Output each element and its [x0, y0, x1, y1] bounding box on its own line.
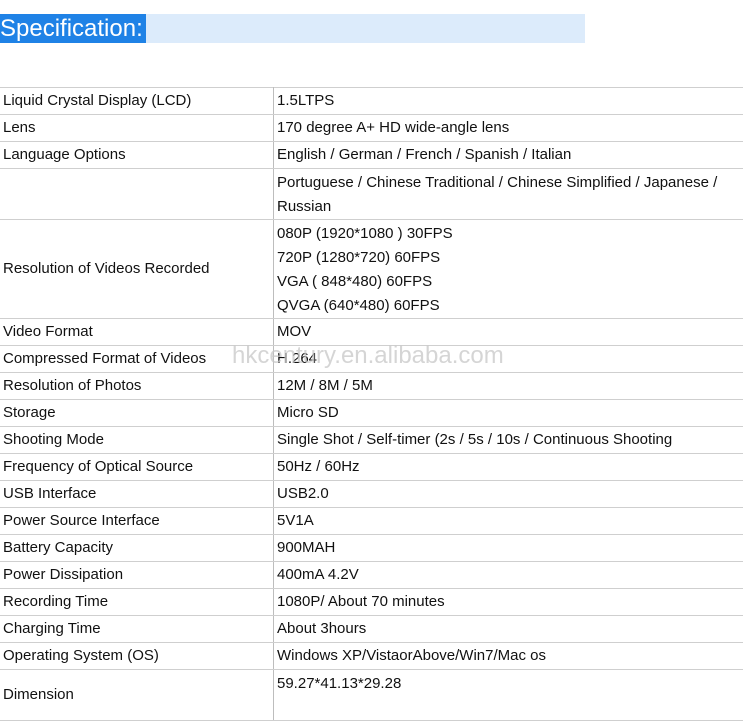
spec-value: 170 degree A+ HD wide-angle lens	[274, 115, 743, 142]
spec-value-line: 50Hz / 60Hz	[277, 455, 743, 479]
table-row: Dimension59.27*41.13*29.28	[0, 670, 743, 721]
spec-value: 1080P/ About 70 minutes	[274, 589, 743, 616]
spec-value-line: 080P (1920*1080 ) 30FPS	[277, 222, 743, 246]
spec-value-line: 5V1A	[277, 509, 743, 533]
table-row: Recording Time1080P/ About 70 minutes	[0, 589, 743, 616]
table-row: Portuguese / Chinese Traditional / Chine…	[0, 169, 743, 220]
spec-value: 12M / 8M / 5M	[274, 373, 743, 400]
spec-label: Frequency of Optical Source	[0, 454, 274, 481]
spec-value: Windows XP/VistaorAbove/Win7/Mac os	[274, 643, 743, 670]
page-title: Specification:	[0, 14, 146, 43]
spec-value: About 3hours	[274, 616, 743, 643]
table-row: Battery Capacity900MAH	[0, 535, 743, 562]
spec-value-line: VGA ( 848*480) 60FPS	[277, 270, 743, 294]
table-row: Shooting ModeSingle Shot / Self-timer (2…	[0, 427, 743, 454]
spec-label: Resolution of Videos Recorded	[0, 220, 274, 319]
table-row: Resolution of Photos12M / 8M / 5M	[0, 373, 743, 400]
table-row: USB InterfaceUSB2.0	[0, 481, 743, 508]
spec-value: USB2.0	[274, 481, 743, 508]
spec-value: H.264	[274, 346, 743, 373]
spec-value-line: Micro SD	[277, 401, 743, 425]
spec-value: 400mA 4.2V	[274, 562, 743, 589]
spec-label: Battery Capacity	[0, 535, 274, 562]
table-row: Compressed Format of VideosH.264	[0, 346, 743, 373]
spec-label: Liquid Crystal Display (LCD)	[0, 88, 274, 115]
spec-label: Lens	[0, 115, 274, 142]
spec-label: Charging Time	[0, 616, 274, 643]
spec-value-line: Windows XP/VistaorAbove/Win7/Mac os	[277, 644, 743, 668]
spec-value-line: 1.5LTPS	[277, 89, 743, 113]
spec-value-line	[277, 696, 743, 720]
spec-value-line: 59.27*41.13*29.28	[277, 672, 743, 696]
table-row: StorageMicro SD	[0, 400, 743, 427]
spec-label: Power Dissipation	[0, 562, 274, 589]
header-bar: Specification:	[0, 14, 585, 43]
spec-label	[0, 169, 274, 220]
spec-value-line: QVGA (640*480) 60FPS	[277, 294, 743, 318]
spec-value: Micro SD	[274, 400, 743, 427]
spec-label: Compressed Format of Videos	[0, 346, 274, 373]
spec-value: 1.5LTPS	[274, 88, 743, 115]
spec-label: Power Source Interface	[0, 508, 274, 535]
table-row: Video FormatMOV	[0, 319, 743, 346]
spec-value-line: MOV	[277, 320, 743, 344]
table-row: Power Dissipation400mA 4.2V	[0, 562, 743, 589]
spec-value: 50Hz / 60Hz	[274, 454, 743, 481]
spec-value: Single Shot / Self-timer (2s / 5s / 10s …	[274, 427, 743, 454]
spec-table-body: Liquid Crystal Display (LCD)1.5LTPSLens1…	[0, 88, 743, 721]
spec-label: Language Options	[0, 142, 274, 169]
spec-value: Portuguese / Chinese Traditional / Chine…	[274, 169, 743, 220]
spec-value-line: Single Shot / Self-timer (2s / 5s / 10s …	[277, 428, 743, 452]
spec-label: Recording Time	[0, 589, 274, 616]
spec-value: 080P (1920*1080 ) 30FPS720P (1280*720) 6…	[274, 220, 743, 319]
table-row: Power Source Interface5V1A	[0, 508, 743, 535]
spec-value: 5V1A	[274, 508, 743, 535]
spec-value: MOV	[274, 319, 743, 346]
spec-value-line: 400mA 4.2V	[277, 563, 743, 587]
table-row: Charging TimeAbout 3hours	[0, 616, 743, 643]
spec-table: Liquid Crystal Display (LCD)1.5LTPSLens1…	[0, 87, 743, 721]
spec-label: Operating System (OS)	[0, 643, 274, 670]
spec-value: 900MAH	[274, 535, 743, 562]
spec-value-line: H.264	[277, 347, 743, 371]
spec-label: Dimension	[0, 670, 274, 721]
spec-value: English / German / French / Spanish / It…	[274, 142, 743, 169]
spec-value-line: USB2.0	[277, 482, 743, 506]
spec-value-line: 1080P/ About 70 minutes	[277, 590, 743, 614]
spec-label: Storage	[0, 400, 274, 427]
spec-label: Shooting Mode	[0, 427, 274, 454]
spec-value-line: 900MAH	[277, 536, 743, 560]
table-row: Lens170 degree A+ HD wide-angle lens	[0, 115, 743, 142]
spec-value-line: Russian	[277, 195, 743, 219]
spec-value-line: About 3hours	[277, 617, 743, 641]
spec-value-line: Portuguese / Chinese Traditional / Chine…	[277, 171, 743, 195]
table-row: Liquid Crystal Display (LCD)1.5LTPS	[0, 88, 743, 115]
spec-label: USB Interface	[0, 481, 274, 508]
spec-value-line: 720P (1280*720) 60FPS	[277, 246, 743, 270]
spec-label: Resolution of Photos	[0, 373, 274, 400]
spec-value: 59.27*41.13*29.28	[274, 670, 743, 721]
spec-label: Video Format	[0, 319, 274, 346]
table-row: Language OptionsEnglish / German / Frenc…	[0, 142, 743, 169]
spec-value-line: 170 degree A+ HD wide-angle lens	[277, 116, 743, 140]
table-row: Resolution of Videos Recorded080P (1920*…	[0, 220, 743, 319]
table-row: Frequency of Optical Source50Hz / 60Hz	[0, 454, 743, 481]
spec-value-line: English / German / French / Spanish / It…	[277, 143, 743, 167]
table-row: Operating System (OS)Windows XP/VistaorA…	[0, 643, 743, 670]
spec-value-line: 12M / 8M / 5M	[277, 374, 743, 398]
